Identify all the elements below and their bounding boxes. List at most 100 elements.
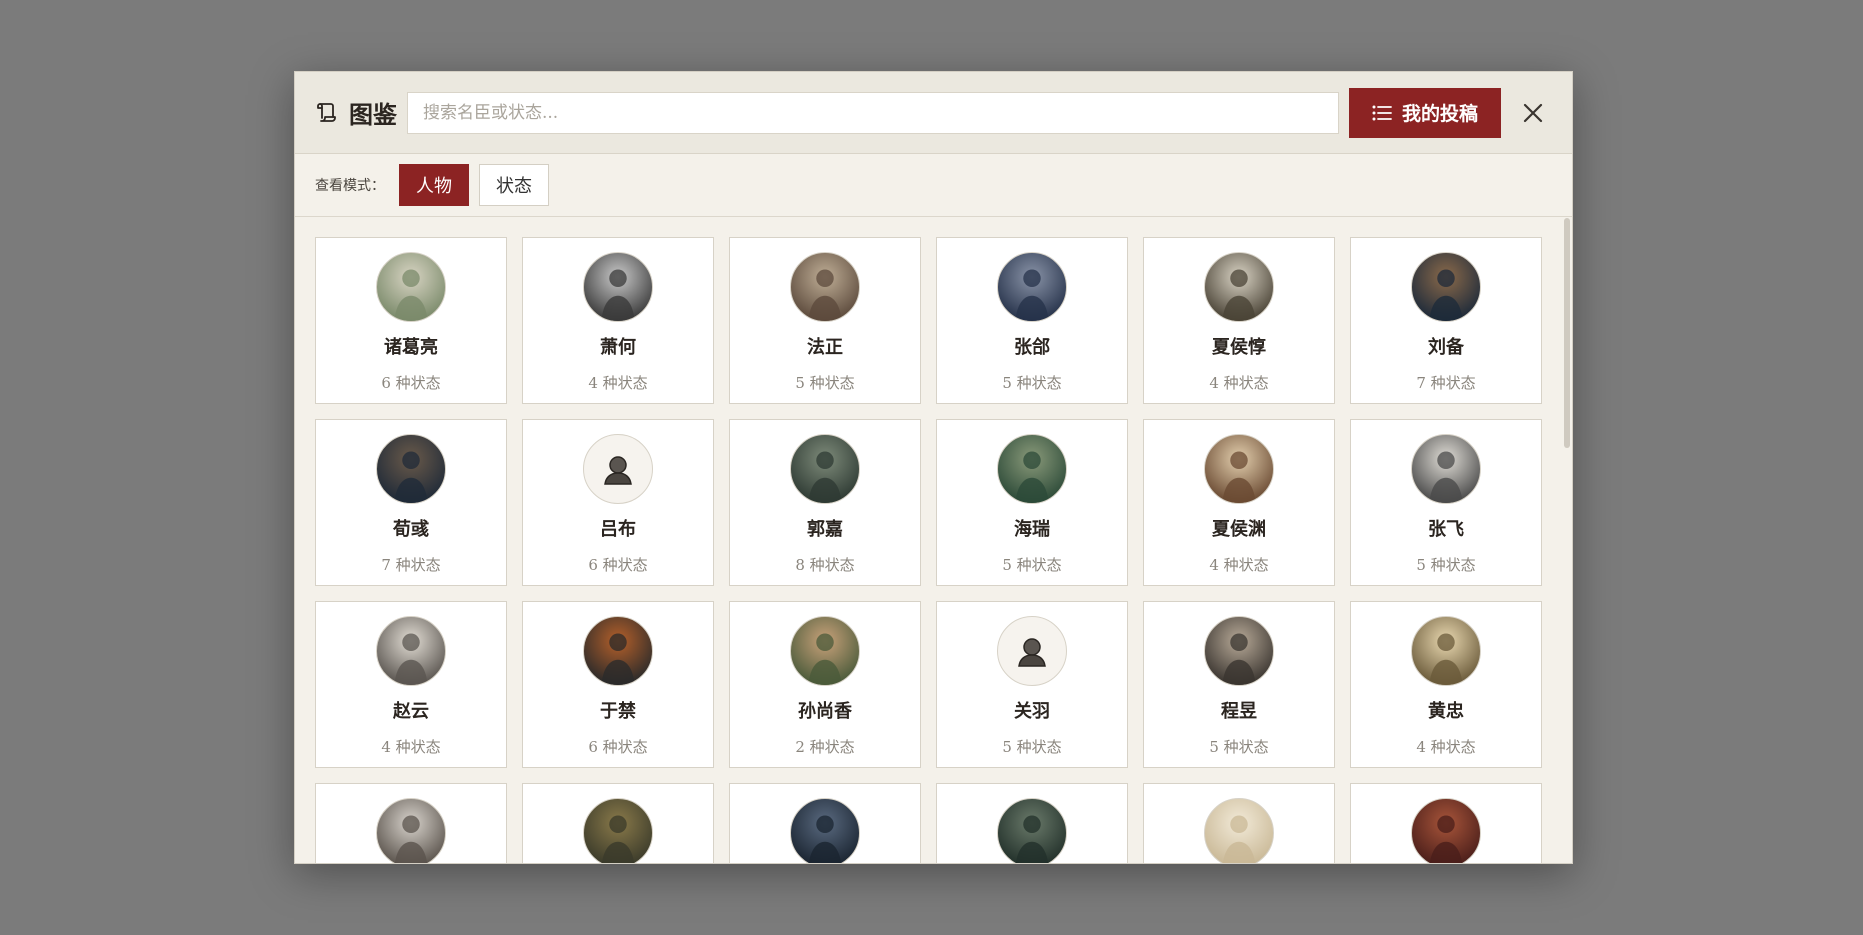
avatar-placeholder-icon bbox=[997, 616, 1067, 686]
search-input[interactable] bbox=[407, 91, 1339, 134]
character-card[interactable]: 郭嘉 8 种状态 bbox=[729, 419, 921, 586]
avatar bbox=[1204, 252, 1274, 322]
character-name: 赵云 bbox=[393, 701, 429, 722]
avatar bbox=[376, 616, 446, 686]
state-count: 5 种状态 bbox=[1002, 556, 1062, 574]
avatar bbox=[997, 434, 1067, 504]
avatar bbox=[790, 434, 860, 504]
character-card[interactable]: 黄忠 4 种状态 bbox=[1350, 601, 1542, 768]
state-count: 2 种状态 bbox=[795, 738, 855, 756]
state-count: 5 种状态 bbox=[795, 374, 855, 392]
avatar bbox=[997, 252, 1067, 322]
character-name: 于禁 bbox=[600, 701, 636, 722]
character-card[interactable]: 法正 5 种状态 bbox=[729, 237, 921, 404]
character-name: 关羽 bbox=[1014, 701, 1050, 722]
state-count: 4 种状态 bbox=[1209, 556, 1269, 574]
avatar bbox=[583, 252, 653, 322]
character-name: 孙尚香 bbox=[798, 701, 852, 722]
mode-button-states[interactable]: 状态 bbox=[479, 164, 549, 206]
character-name: 郭嘉 bbox=[807, 519, 843, 540]
character-card[interactable]: 张飞 5 种状态 bbox=[1350, 419, 1542, 586]
avatar bbox=[790, 252, 860, 322]
character-card[interactable]: 程昱 5 种状态 bbox=[1143, 601, 1335, 768]
avatar bbox=[1204, 616, 1274, 686]
gallery-modal: 图鉴 我的投稿 查看模式： 人物 状态 诸葛亮 6 种状态 萧何 4 种状态 法正 5 种… bbox=[294, 71, 1573, 864]
character-card[interactable] bbox=[1143, 783, 1335, 863]
character-name: 张郃 bbox=[1014, 337, 1050, 358]
character-name: 刘备 bbox=[1428, 337, 1464, 358]
character-name: 程昱 bbox=[1221, 701, 1257, 722]
character-card[interactable]: 于禁 6 种状态 bbox=[522, 601, 714, 768]
character-card[interactable] bbox=[729, 783, 921, 863]
character-card[interactable]: 荀彧 7 种状态 bbox=[315, 419, 507, 586]
character-card[interactable]: 赵云 4 种状态 bbox=[315, 601, 507, 768]
avatar bbox=[1204, 798, 1274, 863]
avatar bbox=[583, 616, 653, 686]
avatar bbox=[1411, 616, 1481, 686]
character-card[interactable] bbox=[936, 783, 1128, 863]
avatar bbox=[583, 798, 653, 863]
modal-header: 图鉴 我的投稿 bbox=[295, 72, 1572, 154]
character-card[interactable]: 刘备 7 种状态 bbox=[1350, 237, 1542, 404]
character-name: 法正 bbox=[807, 337, 843, 358]
character-name: 黄忠 bbox=[1428, 701, 1464, 722]
state-count: 5 种状态 bbox=[1209, 738, 1269, 756]
avatar bbox=[376, 434, 446, 504]
my-submissions-label: 我的投稿 bbox=[1401, 103, 1478, 125]
character-card[interactable]: 萧何 4 种状态 bbox=[522, 237, 714, 404]
character-name: 吕布 bbox=[600, 519, 636, 540]
character-name: 海瑞 bbox=[1014, 519, 1050, 540]
character-card[interactable]: 诸葛亮 6 种状态 bbox=[315, 237, 507, 404]
scrollbar-thumb[interactable] bbox=[1564, 218, 1570, 448]
character-name: 夏侯惇 bbox=[1212, 337, 1266, 358]
character-card[interactable]: 夏侯渊 4 种状态 bbox=[1143, 419, 1335, 586]
character-name: 张飞 bbox=[1428, 519, 1464, 540]
state-count: 5 种状态 bbox=[1416, 556, 1476, 574]
close-icon bbox=[1523, 103, 1543, 122]
avatar bbox=[1204, 434, 1274, 504]
state-count: 6 种状态 bbox=[588, 738, 648, 756]
state-count: 6 种状态 bbox=[588, 556, 648, 574]
state-count: 7 种状态 bbox=[1416, 374, 1476, 392]
close-button[interactable] bbox=[1519, 99, 1547, 127]
character-card[interactable] bbox=[522, 783, 714, 863]
mode-button-characters[interactable]: 人物 bbox=[399, 164, 469, 206]
avatar bbox=[790, 616, 860, 686]
character-card[interactable] bbox=[1350, 783, 1542, 863]
character-name: 萧何 bbox=[600, 337, 636, 358]
character-card[interactable]: 关羽 5 种状态 bbox=[936, 601, 1128, 768]
page-title: 图鉴 bbox=[349, 100, 397, 129]
scroll-icon bbox=[317, 102, 336, 122]
list-icon bbox=[1372, 105, 1392, 120]
my-submissions-button[interactable]: 我的投稿 bbox=[1349, 87, 1501, 138]
state-count: 5 种状态 bbox=[1002, 374, 1062, 392]
title-group: 图鉴 bbox=[315, 95, 403, 130]
state-count: 4 种状态 bbox=[588, 374, 648, 392]
state-count: 6 种状态 bbox=[381, 374, 441, 392]
avatar-placeholder-icon bbox=[583, 434, 653, 504]
avatar bbox=[376, 798, 446, 863]
character-list[interactable]: 诸葛亮 6 种状态 萧何 4 种状态 法正 5 种状态 张郃 5 种状态 夏侯惇 4 种状态 刘备 7… bbox=[295, 218, 1572, 863]
character-card[interactable]: 夏侯惇 4 种状态 bbox=[1143, 237, 1335, 404]
character-name: 诸葛亮 bbox=[384, 337, 438, 358]
character-card[interactable]: 海瑞 5 种状态 bbox=[936, 419, 1128, 586]
view-mode-label: 查看模式： bbox=[315, 178, 385, 194]
character-card[interactable]: 吕布 6 种状态 bbox=[522, 419, 714, 586]
avatar bbox=[1411, 434, 1481, 504]
state-count: 4 种状态 bbox=[1416, 738, 1476, 756]
character-grid: 诸葛亮 6 种状态 萧何 4 种状态 法正 5 种状态 张郃 5 种状态 夏侯惇 4 种状态 刘备 7… bbox=[315, 237, 1542, 863]
character-card[interactable] bbox=[315, 783, 507, 863]
avatar bbox=[1411, 798, 1481, 863]
character-name: 荀彧 bbox=[393, 519, 429, 540]
character-card[interactable]: 张郃 5 种状态 bbox=[936, 237, 1128, 404]
state-count: 4 种状态 bbox=[1209, 374, 1269, 392]
character-name: 夏侯渊 bbox=[1212, 519, 1266, 540]
state-count: 7 种状态 bbox=[381, 556, 441, 574]
avatar bbox=[1411, 252, 1481, 322]
view-mode-bar: 查看模式： 人物 状态 bbox=[295, 154, 1572, 217]
avatar bbox=[376, 252, 446, 322]
avatar bbox=[790, 798, 860, 863]
character-card[interactable]: 孙尚香 2 种状态 bbox=[729, 601, 921, 768]
state-count: 4 种状态 bbox=[381, 738, 441, 756]
state-count: 8 种状态 bbox=[795, 556, 855, 574]
